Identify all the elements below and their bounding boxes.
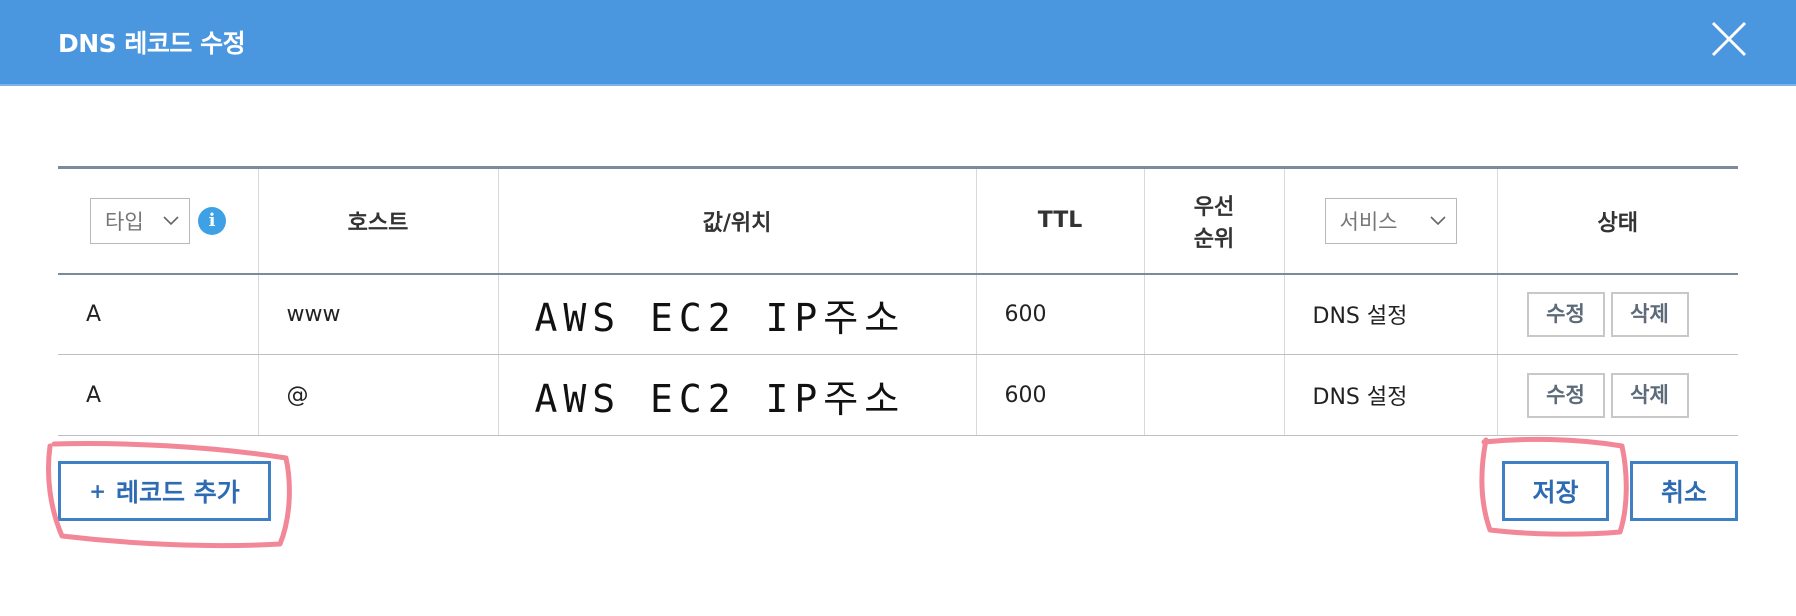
cancel-button[interactable]: 취소 bbox=[1630, 461, 1738, 521]
col-ttl: TTL bbox=[975, 167, 1144, 274]
info-icon[interactable]: i bbox=[198, 206, 226, 235]
col-host: 호스트 bbox=[257, 167, 498, 274]
delete-button[interactable]: 삭제 bbox=[1610, 291, 1689, 337]
col-priority: 우선 순위 bbox=[1143, 167, 1284, 274]
service-select[interactable]: 서비스 bbox=[1324, 197, 1457, 244]
cell-priority bbox=[1143, 354, 1284, 436]
table-header-row: 타입 i 호스트 값/위치 TTL 우선 순위 서비스 상태 bbox=[58, 167, 1738, 274]
col-status: 상태 bbox=[1496, 167, 1738, 274]
dialog-title: DNS 레코드 수정 bbox=[58, 29, 246, 58]
table-row: A @ AWS EC2 IP주소 600 DNS 설정 수정 삭제 bbox=[58, 354, 1738, 436]
type-select[interactable]: 타입 bbox=[90, 197, 190, 244]
add-record-label: 레코드 추가 bbox=[116, 478, 240, 507]
chevron-down-icon bbox=[1429, 216, 1446, 225]
type-select-label: 타입 bbox=[105, 209, 144, 234]
close-icon[interactable] bbox=[1710, 20, 1748, 58]
service-select-label: 서비스 bbox=[1339, 209, 1398, 234]
cell-host: www bbox=[257, 273, 498, 355]
cell-value-handwritten: AWS EC2 IP주소 bbox=[497, 273, 976, 355]
cell-ttl: 600 bbox=[975, 354, 1144, 436]
save-button[interactable]: 저장 bbox=[1502, 461, 1609, 521]
col-priority-line2: 순위 bbox=[1193, 226, 1235, 252]
cell-host: @ bbox=[257, 354, 498, 436]
cell-value-handwritten: AWS EC2 IP주소 bbox=[497, 354, 976, 436]
col-value: 값/위치 bbox=[497, 167, 976, 274]
col-priority-line1: 우선 bbox=[1193, 194, 1235, 220]
dns-record-table: 타입 i 호스트 값/위치 TTL 우선 순위 서비스 상태 A www AWS… bbox=[58, 166, 1738, 436]
chevron-down-icon bbox=[163, 216, 179, 225]
dialog-header: DNS 레코드 수정 bbox=[0, 0, 1796, 86]
edit-button[interactable]: 수정 bbox=[1526, 372, 1605, 418]
cell-service: DNS 설정 bbox=[1283, 273, 1497, 355]
cell-status: 수정 삭제 bbox=[1496, 354, 1738, 436]
add-record-button[interactable]: + 레코드 추가 bbox=[58, 461, 271, 521]
cell-service: DNS 설정 bbox=[1283, 354, 1497, 436]
cell-ttl: 600 bbox=[975, 273, 1144, 355]
plus-icon: + bbox=[89, 479, 107, 503]
edit-button[interactable]: 수정 bbox=[1526, 291, 1605, 337]
cell-priority bbox=[1143, 273, 1284, 355]
cell-type: A bbox=[58, 354, 258, 436]
cell-status: 수정 삭제 bbox=[1496, 273, 1738, 355]
cell-type: A bbox=[58, 273, 258, 355]
col-type: 타입 i bbox=[58, 168, 258, 274]
delete-button[interactable]: 삭제 bbox=[1610, 372, 1689, 418]
table-row: A www AWS EC2 IP주소 600 DNS 설정 수정 삭제 bbox=[58, 273, 1738, 355]
col-service: 서비스 bbox=[1283, 167, 1497, 274]
